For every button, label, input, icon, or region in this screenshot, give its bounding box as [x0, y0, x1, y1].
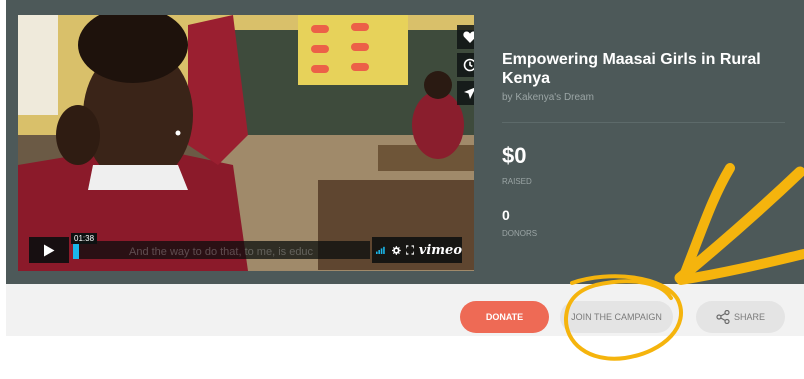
watch-later-button[interactable] [457, 53, 474, 77]
action-bar [6, 284, 804, 336]
video-subtitle: And the way to do that, to me, is educ [129, 246, 314, 258]
raised-label: RAISED [502, 177, 532, 186]
campaign-title: Empowering Maasai Girls in Rural Kenya [502, 51, 761, 87]
volume-icon[interactable] [376, 245, 387, 255]
play-icon [44, 244, 55, 256]
elapsed-time: 01:38 [71, 233, 98, 244]
divider [502, 122, 785, 123]
play-button[interactable] [29, 237, 69, 263]
share-label: SHARE [733, 312, 765, 322]
like-button[interactable] [457, 25, 474, 49]
share-icon [716, 310, 730, 324]
clock-icon [463, 58, 474, 72]
player-settings-group: vimeo [372, 237, 462, 263]
campaign-organizer: by Kakenya's Dream [502, 92, 594, 103]
donate-button[interactable]: DONATE [460, 301, 549, 333]
raised-amount: $0 [502, 143, 527, 168]
heart-icon [463, 31, 474, 43]
video-timeline[interactable]: And the way to do that, to me, is educ [73, 241, 370, 259]
send-icon [464, 87, 474, 99]
video-controls: And the way to do that, to me, is educ 0… [29, 233, 462, 263]
donor-count: 0 [502, 207, 510, 223]
join-campaign-button[interactable]: JOIN THE CAMPAIGN [560, 301, 673, 333]
settings-icon[interactable] [392, 245, 401, 256]
fullscreen-icon[interactable] [405, 245, 414, 255]
share-button[interactable]: SHARE [696, 301, 785, 333]
share-video-button[interactable] [457, 81, 474, 105]
vimeo-logo[interactable]: vimeo [419, 243, 462, 258]
donors-label: DONORS [502, 229, 538, 238]
